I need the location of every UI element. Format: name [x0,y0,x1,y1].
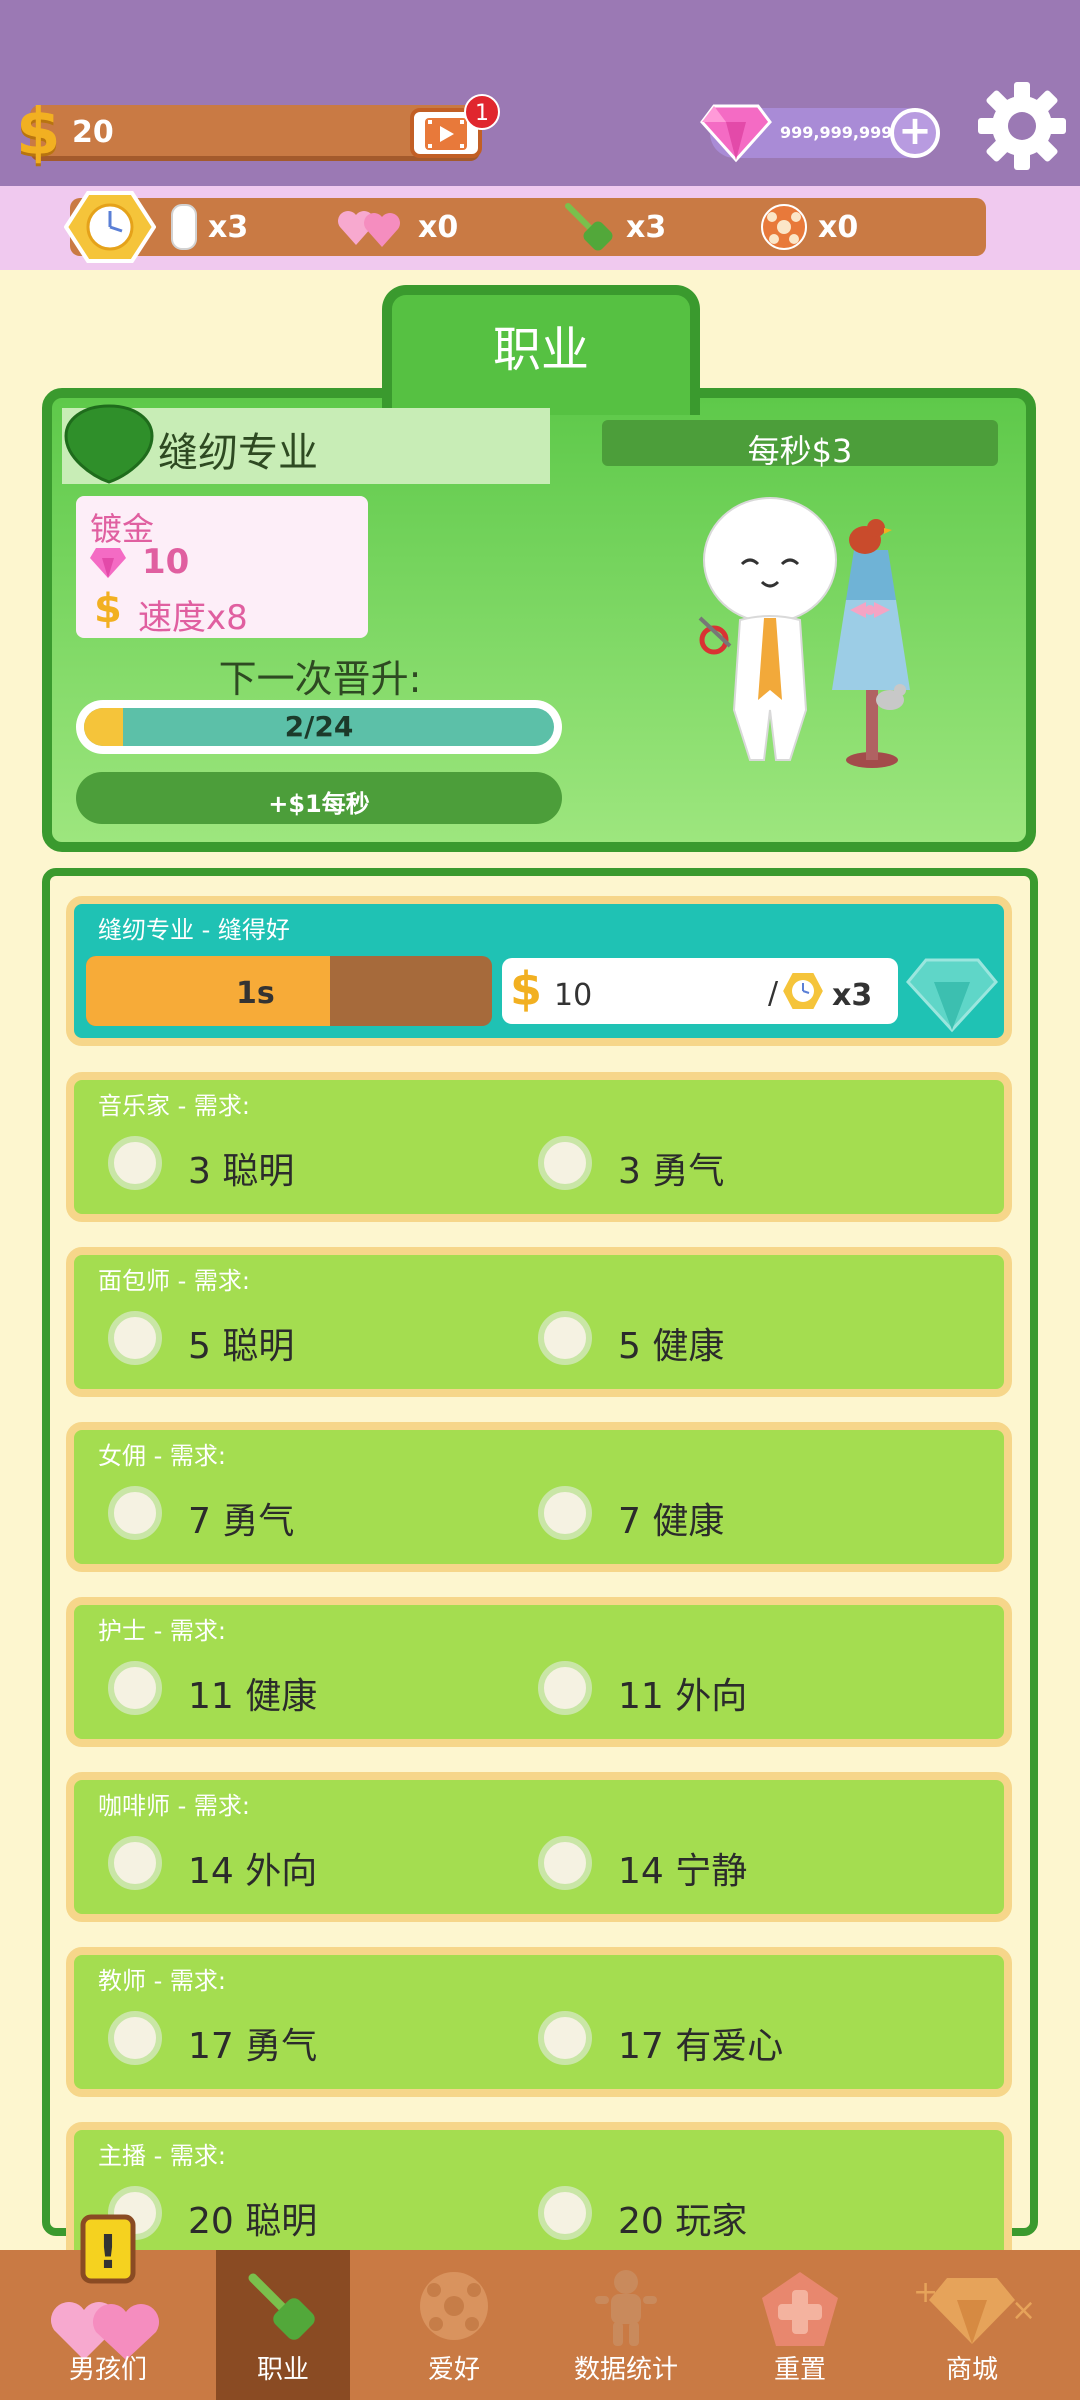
shop-gem-icon: + × [913,2275,1036,2344]
video-badge: 1 [464,94,500,130]
requirement-check-radio [108,2011,162,2065]
coin-icon: $ [510,962,543,1016]
time-skip-item[interactable]: x3 [64,191,249,263]
svg-text:+: + [913,2275,938,2310]
requirement-check-radio [108,1136,162,1190]
job-requirement-title: 教师 - 需求: [98,1967,227,1995]
ball-icon [761,204,807,250]
earnings-multiplier: x3 [832,978,873,1013]
requirement-text: 14 宁静 [618,1851,748,1892]
clock-hexagon-icon [64,191,156,263]
coin-icon: $ [94,586,122,632]
shovel-item[interactable]: x3 [562,200,666,254]
tab-stats-label: 数据统计 [573,2355,678,2385]
pink-gem-icon [90,548,126,578]
requirement-text: 20 聪明 [188,2201,318,2242]
teal-gem-icon[interactable] [904,952,1000,1036]
requirement-check-radio [538,1486,592,1540]
shovel-icon [248,2273,315,2340]
requirement-check-radio [538,1836,592,1890]
pill-icon [171,204,197,250]
job-requirement-title: 护士 - 需求: [98,1617,227,1645]
requirement-text: 5 聪明 [188,1326,295,1367]
gild-gem-cost: 10 [142,542,190,582]
requirement-text: 14 外向 [188,1851,318,1892]
item-count: x3 [208,209,249,245]
requirement-text: 20 玩家 [618,2201,748,2242]
requirement-text: 3 勇气 [618,1151,725,1192]
tab-hobby-label: 爱好 [427,2355,480,2385]
gem-count: 999,999,999 [780,123,893,142]
earnings-value: 10 [554,978,593,1013]
earnings-slash: / [768,976,779,1011]
requirement-check-radio [108,1661,162,1715]
tailor-character-illustration [698,497,910,768]
alert-mark: ! [98,2225,119,2279]
requirement-check-radio [538,2186,592,2240]
work-timer-text: 1s [236,976,275,1011]
requirement-text: 5 健康 [618,1326,725,1367]
job-requirement-title: 咖啡师 - 需求: [98,1792,251,1820]
gear-icon[interactable] [976,80,1068,172]
tab-shop-label: 商城 [945,2355,998,2385]
tab-job-label: 职业 [256,2355,309,2385]
job-name: 缝纫专业 [158,430,318,476]
ball-item[interactable]: x0 [760,200,858,254]
money-value: 20 [72,115,114,150]
work-timer-fill [86,956,330,1026]
tab-boys-label: 男孩们 [68,2355,147,2385]
pink-gem-icon [700,104,772,163]
tab-job[interactable]: 职业 [216,2250,350,2400]
leaf-shield-icon [64,404,154,484]
bonus-text: +$1每秒 [268,790,370,818]
requirement-check-radio [538,1136,592,1190]
video-icon [425,118,467,150]
tab-hobby[interactable]: 爱好 [368,2250,540,2400]
requirement-text: 11 外向 [618,1676,748,1717]
hearts-item[interactable]: x0 [336,200,458,254]
shovel-icon [565,203,613,251]
promotion-label: 下一次晋升: [218,657,422,701]
requirement-text: 17 有爱心 [618,2026,784,2067]
requirement-check-radio [108,1486,162,1540]
requirement-check-radio [538,1311,592,1365]
per-second-rate: 每秒$3 [747,432,853,470]
clock-hexagon-icon [780,971,826,1011]
alert-icon: ! [80,2214,136,2284]
hearts-icon [338,211,400,247]
plus-badge-icon [762,2272,838,2346]
current-job-title: 缝纫专业 - 缝得好 [98,916,290,944]
job-requirement-title: 面包师 - 需求: [98,1267,251,1295]
tab-reset-label: 重置 [773,2355,826,2385]
tab-shop[interactable]: + × 商城 [886,2250,1058,2400]
job-requirement-title: 主播 - 需求: [98,2142,227,2170]
requirement-text: 3 聪明 [188,1151,295,1192]
coin-icon: $ [16,96,61,170]
requirement-text: 7 健康 [618,1501,725,1542]
person-figure-icon [595,2270,657,2346]
requirement-text: 7 勇气 [188,1501,295,1542]
requirement-check-radio [108,1836,162,1890]
promotion-progress-text: 2/24 [284,710,354,743]
add-gems-button[interactable]: + [890,108,940,158]
requirement-text: 17 勇气 [188,2026,318,2067]
requirement-check-radio [538,1661,592,1715]
requirement-text: 11 健康 [188,1676,318,1717]
item-count: x0 [418,209,459,245]
job-tab-title: 职业 [492,322,589,378]
job-requirement-title: 音乐家 - 需求: [98,1092,251,1120]
item-count: x0 [818,209,859,245]
requirement-check-radio [108,1311,162,1365]
item-count: x3 [626,209,667,245]
tab-reset[interactable]: 重置 [714,2250,886,2400]
svg-text:×: × [1011,2293,1036,2328]
work-timer-bar [86,956,492,1026]
gild-speed: 速度x8 [138,598,248,638]
job-requirement-title: 女佣 - 需求: [98,1442,227,1470]
ball-icon [420,2272,488,2340]
tab-stats[interactable]: 数据统计 [540,2250,712,2400]
requirement-check-radio [538,2011,592,2065]
